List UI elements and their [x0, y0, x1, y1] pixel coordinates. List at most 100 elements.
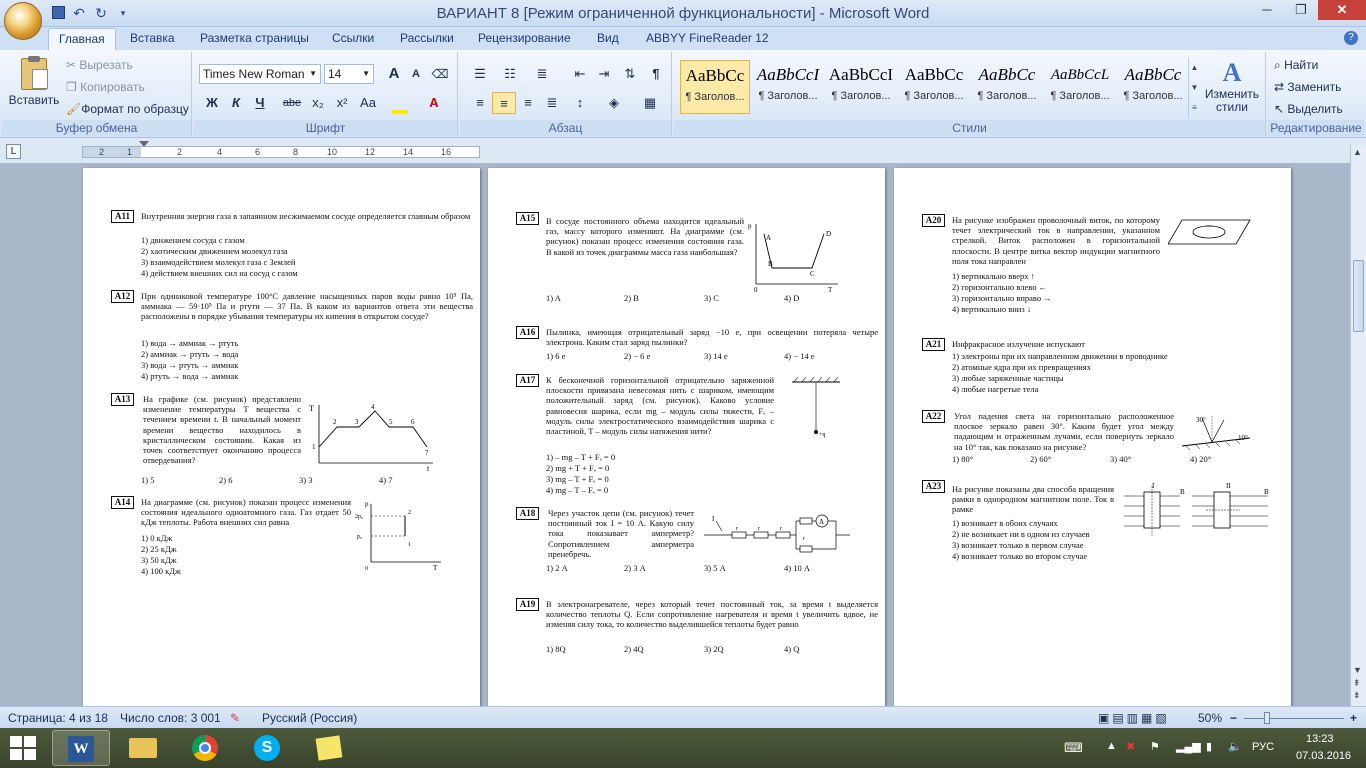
zoom-in-button[interactable]: + — [1350, 711, 1357, 725]
tab-mailings[interactable]: Рассылки — [400, 31, 454, 45]
change-case-button[interactable]: Aa — [356, 92, 380, 114]
numbering-icon[interactable]: ☷ — [498, 63, 522, 85]
view-buttons[interactable]: ▣▤▥▦▧ — [1098, 711, 1170, 725]
grow-font-button[interactable]: A — [382, 63, 406, 85]
borders-icon[interactable]: ▦ — [638, 92, 662, 114]
style-item[interactable]: AaBbCcL ¶ Заголов... — [1045, 60, 1115, 114]
line-spacing-icon[interactable]: ↕ — [568, 92, 592, 114]
subscript-button[interactable]: x₂ — [306, 92, 330, 114]
align-left-icon[interactable]: ≡ — [468, 92, 492, 114]
next-page-icon[interactable]: ⇟ — [1353, 690, 1361, 701]
answer-option: 1) движением сосуда с газом — [141, 235, 245, 245]
spelling-check-icon[interactable]: ✎ — [230, 711, 240, 725]
style-item[interactable]: AaBbCc ¶ Заголов... — [899, 60, 969, 114]
scroll-thumb[interactable] — [1353, 260, 1364, 332]
zoom-level[interactable]: 50% — [1198, 711, 1222, 725]
tray-arrow-icon[interactable]: ▲ — [1106, 740, 1117, 752]
bullets-icon[interactable]: ☰ — [468, 63, 492, 85]
horizontal-ruler[interactable]: 2 1 2 4 6 8 10 12 14 16 — [82, 141, 480, 158]
styles-scroll[interactable]: ▲ ▼ ≡ — [1188, 58, 1200, 118]
taskbar-skype-button[interactable]: S — [238, 730, 296, 766]
find-button[interactable]: ⌕ Найти — [1274, 58, 1318, 73]
tab-abbyy[interactable]: ABBYY FineReader 12 — [646, 31, 769, 45]
style-item[interactable]: AaBbCc ¶ Заголов... — [1118, 60, 1188, 114]
replace-button[interactable]: ⇄ Заменить — [1274, 80, 1341, 94]
tab-view[interactable]: Вид — [597, 31, 619, 45]
page-counter[interactable]: Страница: 4 из 18 — [8, 711, 108, 725]
prev-page-icon[interactable]: ⇞ — [1353, 678, 1361, 689]
cut-button[interactable]: ✂ Вырезать — [66, 58, 133, 72]
help-icon[interactable]: ? — [1344, 31, 1358, 45]
volume-icon[interactable]: 🔈 — [1228, 740, 1242, 753]
windows-start-icon[interactable] — [10, 736, 36, 760]
style-item[interactable]: AaBbCcI ¶ Заголов... — [826, 60, 896, 114]
tab-selector[interactable]: L — [6, 144, 21, 159]
minimize-button[interactable]: ─ — [1250, 0, 1284, 20]
justify-icon[interactable]: ≣ — [540, 92, 564, 114]
restore-button[interactable]: ❐ — [1284, 0, 1318, 20]
style-item[interactable]: AaBbCcI ¶ Заголов... — [753, 60, 823, 114]
increase-indent-icon[interactable]: ⇥ — [592, 63, 616, 85]
underline-button[interactable]: Ч — [248, 92, 272, 114]
style-item[interactable]: AaBbCc ¶ Заголов... — [680, 60, 750, 114]
language-indicator[interactable]: Русский (Россия) — [262, 711, 357, 725]
align-center-icon[interactable]: ≡ — [492, 92, 516, 114]
office-button[interactable] — [4, 2, 42, 40]
tab-home[interactable]: Главная — [48, 28, 116, 50]
document-page[interactable]: А11 Внутренняя энергия газа в запаянном … — [83, 168, 480, 706]
signal-icon[interactable]: ▂▄▆ — [1176, 740, 1201, 753]
taskbar-explorer-button[interactable] — [114, 730, 172, 766]
zoom-out-button[interactable]: − — [1230, 711, 1237, 725]
sort-icon[interactable]: ⇅ — [618, 63, 642, 85]
font-size-box[interactable]: 14 ▼ — [324, 64, 374, 84]
pressure-label: 2p₀ — [355, 514, 363, 520]
battery-icon[interactable]: ▮ — [1206, 740, 1212, 753]
document-page[interactable]: А20 На рисунке изображен проволочный вит… — [894, 168, 1291, 706]
copy-button[interactable]: ❐ Копировать — [66, 80, 145, 94]
network-error-icon[interactable]: ✖ — [1126, 740, 1135, 753]
multilevel-list-icon[interactable]: ≣ — [530, 63, 554, 85]
input-language[interactable]: РУС — [1252, 741, 1274, 753]
decrease-indent-icon[interactable]: ⇤ — [568, 63, 592, 85]
paste-button[interactable]: Вставить — [8, 56, 60, 116]
change-styles-button[interactable]: A Изменить стили — [1204, 58, 1260, 114]
clock-date[interactable]: 07.03.2016 — [1296, 750, 1351, 762]
scroll-up-icon[interactable]: ▲ — [1353, 147, 1362, 157]
answer-option: 2) атомные ядра при их превращениях — [952, 362, 1091, 372]
tab-page-layout[interactable]: Разметка страницы — [200, 31, 309, 45]
angle-label: 30° — [1196, 416, 1206, 424]
pilcrow-icon[interactable]: ¶ — [644, 63, 668, 85]
font-name-box[interactable]: Times New Roman ▼ — [199, 64, 321, 84]
keyboard-icon[interactable]: ⌨ — [1064, 740, 1083, 756]
document-page[interactable]: А15 В сосуде постоянного объема находитс… — [488, 168, 885, 706]
bold-button[interactable]: Ж — [200, 92, 224, 114]
indent-marker[interactable] — [139, 141, 149, 147]
taskbar-word-button[interactable]: W — [52, 730, 110, 766]
shading-icon[interactable]: ◈ — [602, 92, 626, 114]
tab-review[interactable]: Рецензирование — [478, 31, 571, 45]
shrink-font-button[interactable]: A — [404, 63, 428, 85]
tab-references[interactable]: Ссылки — [332, 31, 374, 45]
superscript-button[interactable]: x² — [330, 92, 354, 114]
flag-icon[interactable]: ⚑ — [1150, 740, 1160, 753]
select-button[interactable]: ↖ Выделить — [1274, 102, 1343, 116]
taskbar-chrome-button[interactable] — [176, 730, 234, 766]
strikethrough-button[interactable]: abe — [280, 92, 304, 114]
scroll-down-icon[interactable]: ▼ — [1353, 665, 1362, 675]
font-color-icon[interactable]: A — [422, 92, 446, 114]
italic-button[interactable]: К — [224, 92, 248, 114]
vertical-scrollbar[interactable]: ▲ ▼ ⇞ ⇟ — [1350, 145, 1366, 706]
zoom-slider[interactable] — [1244, 718, 1344, 719]
tab-insert[interactable]: Вставка — [130, 31, 175, 45]
zoom-slider-thumb[interactable] — [1264, 712, 1270, 724]
cursor-icon: ↖ — [1274, 102, 1288, 116]
word-count[interactable]: Число слов: 3 001 — [120, 711, 221, 725]
close-button[interactable]: ✕ — [1318, 0, 1366, 20]
align-right-icon[interactable]: ≡ — [516, 92, 540, 114]
clock-time[interactable]: 13:23 — [1306, 733, 1334, 745]
clear-format-icon[interactable]: ⌫ — [428, 63, 452, 85]
highlight-icon[interactable] — [388, 92, 412, 114]
taskbar-notes-button[interactable] — [300, 730, 358, 766]
style-item[interactable]: AaBbCc ¶ Заголов... — [972, 60, 1042, 114]
format-painter-button[interactable]: 🖌Формат по образцу — [66, 102, 189, 116]
